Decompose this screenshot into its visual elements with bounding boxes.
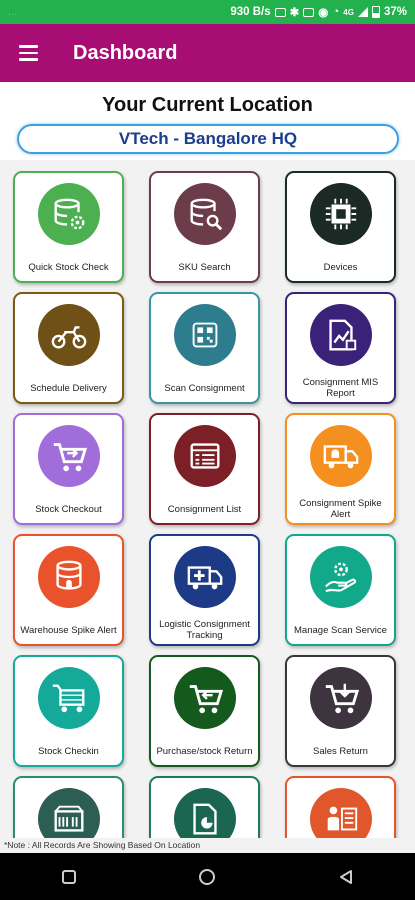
home-icon [199,868,216,885]
tile-label: Devices [323,261,358,273]
list-window-icon [174,425,236,487]
truck-alert-icon [310,425,372,487]
back-button[interactable] [316,853,376,900]
battery-level: 37% [383,6,407,18]
tile-manage-scan-service[interactable]: Manage Scan Service [285,534,396,646]
back-icon [339,869,352,884]
scanner-icon [38,788,100,838]
person-list-icon [310,788,372,838]
tile-label: Purchase/stock Return [156,745,253,757]
system-nav-bar [0,853,415,900]
vibrate-icon [303,7,315,17]
wifi-icon: ◔ [332,6,340,18]
status-indicators: 930 B/s ✱ ◉ ◔ 4G 37% [230,5,407,19]
tile-scanner[interactable] [13,776,124,838]
tile-person-list[interactable] [285,776,396,838]
tile-stock-checkout[interactable]: Stock Checkout [13,413,124,525]
chip-icon [310,183,372,245]
cart-in-icon [38,667,100,729]
tile-label: Consignment MIS Report [302,377,379,399]
tile-sales-return[interactable]: Sales Return [285,655,396,767]
location-note: *Note : All Records Are Showing Based On… [0,838,415,853]
tile-label: Quick Stock Check [28,261,109,273]
database-alert-icon [38,546,100,608]
qr-scan-icon [174,304,236,366]
location-heading: Your Current Location [102,94,313,116]
tile-label: Schedule Delivery [30,382,107,394]
tile-purchase-stock-return[interactable]: Purchase/stock Return [149,655,260,767]
bluetooth-icon: ✱ [289,7,300,19]
tile-label: Warehouse Spike Alert [20,624,117,636]
dashboard-grid: Quick Stock Check SKU Search Devices Sch… [0,160,415,838]
recents-button[interactable] [39,853,99,900]
cart-out-icon [38,425,100,487]
tile-warehouse-spike-alert[interactable]: Warehouse Spike Alert [13,534,124,646]
motorbike-icon [38,304,100,366]
tile-schedule-delivery[interactable]: Schedule Delivery [13,292,124,404]
status-notifications: ... [8,6,18,18]
tile-sku-search[interactable]: SKU Search [149,171,260,283]
cart-down-icon [310,667,372,729]
tile-consignment-list[interactable]: Consignment List [149,413,260,525]
tile-document-chart[interactable] [149,776,260,838]
status-bar: ... 930 B/s ✱ ◉ ◔ 4G 37% [0,0,415,24]
tile-label: Sales Return [313,745,368,757]
tile-label: SKU Search [178,261,231,273]
tile-scan-consignment[interactable]: Scan Consignment [149,292,260,404]
tile-consignment-spike-alert[interactable]: Consignment Spike Alert [285,413,396,525]
document-chart-icon [174,788,236,838]
tile-label: Consignment Spike Alert [299,498,382,520]
hand-gear-icon [310,546,372,608]
tile-quick-stock-check[interactable]: Quick Stock Check [13,171,124,283]
hamburger-menu-icon[interactable] [0,24,56,82]
network-type: 4G [343,7,354,17]
location-icon: ◉ [318,7,329,19]
tile-consignment-mis-report[interactable]: Consignment MIS Report [285,292,396,404]
recents-icon [62,869,77,884]
tile-devices[interactable]: Devices [285,171,396,283]
network-speed: 930 B/s [230,6,271,18]
cart-return-icon [174,667,236,729]
database-gear-icon [38,183,100,245]
tile-label: Stock Checkin [38,745,99,757]
tile-stock-checkin[interactable]: Stock Checkin [13,655,124,767]
ambulance-icon [174,546,236,608]
app-bar: Dashboard [0,24,415,82]
location-selector[interactable]: VTech - Bangalore HQ [17,124,399,154]
report-chart-icon [310,304,372,366]
battery-icon [371,6,380,18]
tile-label: Consignment List [167,503,242,515]
signal-icon [357,7,368,17]
tile-label: Scan Consignment [164,382,245,394]
tile-logistic-consignment-tracking[interactable]: Logistic Consignment Tracking [149,534,260,646]
page-title: Dashboard [73,41,178,64]
database-search-icon [174,183,236,245]
tile-label: Logistic Consignment Tracking [159,619,250,641]
tile-label: Stock Checkout [35,503,102,515]
tile-label: Manage Scan Service [294,624,387,636]
home-button[interactable] [177,853,237,900]
sim-icon [274,7,286,17]
